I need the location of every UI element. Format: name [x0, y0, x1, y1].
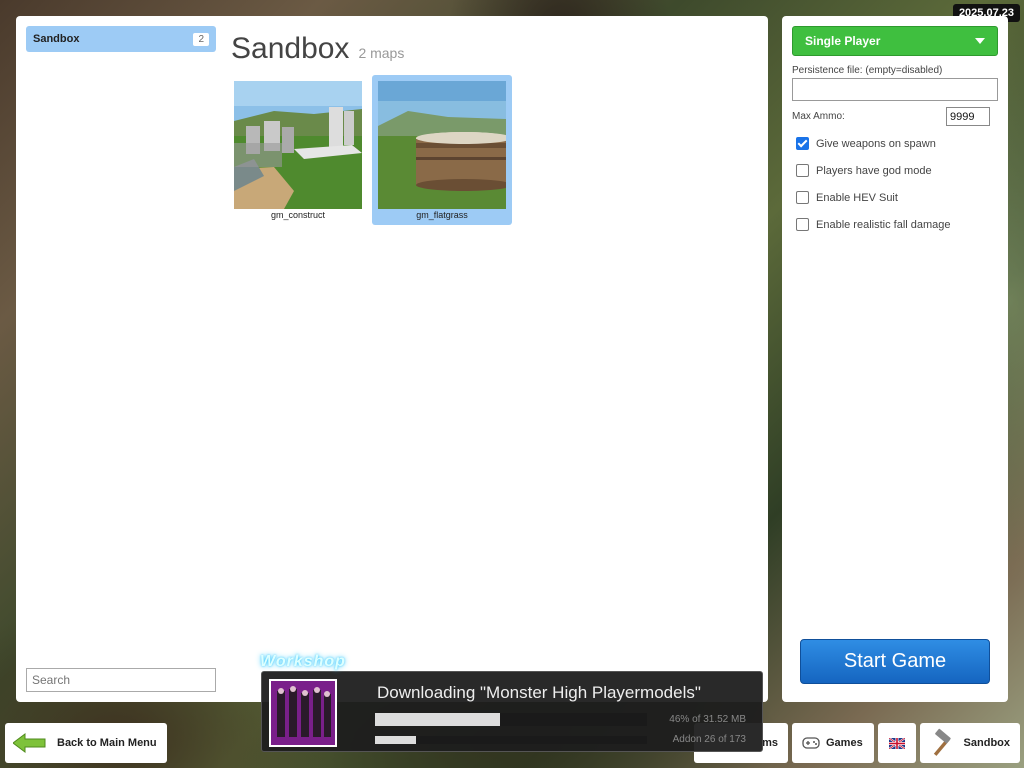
option-label: Players have god mode — [816, 164, 932, 177]
search-input[interactable] — [26, 668, 216, 692]
checkbox[interactable] — [796, 164, 809, 177]
back-to-main-menu-button[interactable]: Back to Main Menu — [5, 723, 167, 763]
map-thumbnail-gm-flatgrass — [378, 81, 506, 209]
download-progress-bar — [375, 713, 647, 726]
addon-thumbnail — [269, 679, 337, 747]
hammer-icon — [933, 728, 951, 756]
max-ammo-input[interactable] — [946, 107, 990, 126]
tab-sandbox[interactable]: Sandbox — [920, 723, 1020, 763]
option-label: Give weapons on spawn — [816, 137, 936, 150]
back-label: Back to Main Menu — [57, 737, 157, 749]
checkbox[interactable] — [796, 137, 809, 150]
option-give-weapons[interactable]: Give weapons on spawn — [796, 137, 936, 150]
workshop-logo: Workshop — [260, 653, 346, 670]
page-title: Sandbox — [231, 32, 350, 65]
checkbox[interactable] — [796, 191, 809, 204]
game-settings-panel: Single Player Persistence file: (empty=d… — [782, 16, 1008, 702]
map-browser-panel: Sandbox 2 Sandbox 2 maps gm_construct gm… — [16, 16, 768, 702]
page-subtitle: 2 maps — [358, 45, 405, 61]
tab-games[interactable]: Games — [792, 723, 874, 763]
category-sandbox[interactable]: Sandbox 2 — [26, 26, 216, 52]
uk-flag-icon — [889, 737, 905, 749]
mode-dropdown-label: Single Player — [805, 34, 881, 48]
option-hev-suit[interactable]: Enable HEV Suit — [796, 191, 898, 204]
map-thumbnail-gm-construct — [234, 81, 362, 209]
persistence-label: Persistence file: (empty=disabled) — [792, 65, 943, 76]
map-label: gm_construct — [270, 210, 326, 220]
download-progress-fill — [375, 713, 501, 726]
page-heading: Sandbox 2 maps — [231, 32, 404, 66]
persistence-file-input[interactable] — [792, 78, 998, 101]
language-button[interactable] — [878, 723, 916, 763]
map-tile-gm-construct[interactable]: gm_construct — [228, 75, 368, 225]
checkbox[interactable] — [796, 218, 809, 231]
start-game-button[interactable]: Start Game — [800, 639, 990, 684]
map-label: gm_flatgrass — [416, 210, 468, 220]
back-arrow-icon — [13, 733, 46, 753]
chevron-down-icon — [975, 38, 985, 44]
download-progress-text: 46% of 31.52 MB — [669, 714, 746, 725]
max-ammo-label: Max Ammo: — [792, 111, 845, 122]
category-count: 2 — [193, 32, 209, 46]
mode-dropdown[interactable]: Single Player — [792, 26, 998, 56]
gamepad-icon — [802, 737, 820, 749]
option-label: Enable HEV Suit — [816, 191, 898, 204]
download-notification: Downloading "Monster High Playermodels" … — [261, 671, 763, 752]
tab-label: Games — [826, 737, 863, 749]
tab-label: Sandbox — [963, 737, 1010, 749]
option-fall-damage[interactable]: Enable realistic fall damage — [796, 218, 951, 231]
map-tile-gm-flatgrass[interactable]: gm_flatgrass — [372, 75, 512, 225]
addon-progress-text: Addon 26 of 173 — [672, 734, 746, 745]
download-title: Downloading "Monster High Playermodels" — [377, 683, 701, 702]
addon-progress-fill — [375, 736, 416, 744]
addon-progress-bar — [375, 736, 647, 744]
addon-thumbnail-image — [271, 681, 335, 745]
option-god-mode[interactable]: Players have god mode — [796, 164, 932, 177]
option-label: Enable realistic fall damage — [816, 218, 951, 231]
tab-label: ms — [762, 737, 778, 749]
category-label: Sandbox — [33, 33, 80, 45]
